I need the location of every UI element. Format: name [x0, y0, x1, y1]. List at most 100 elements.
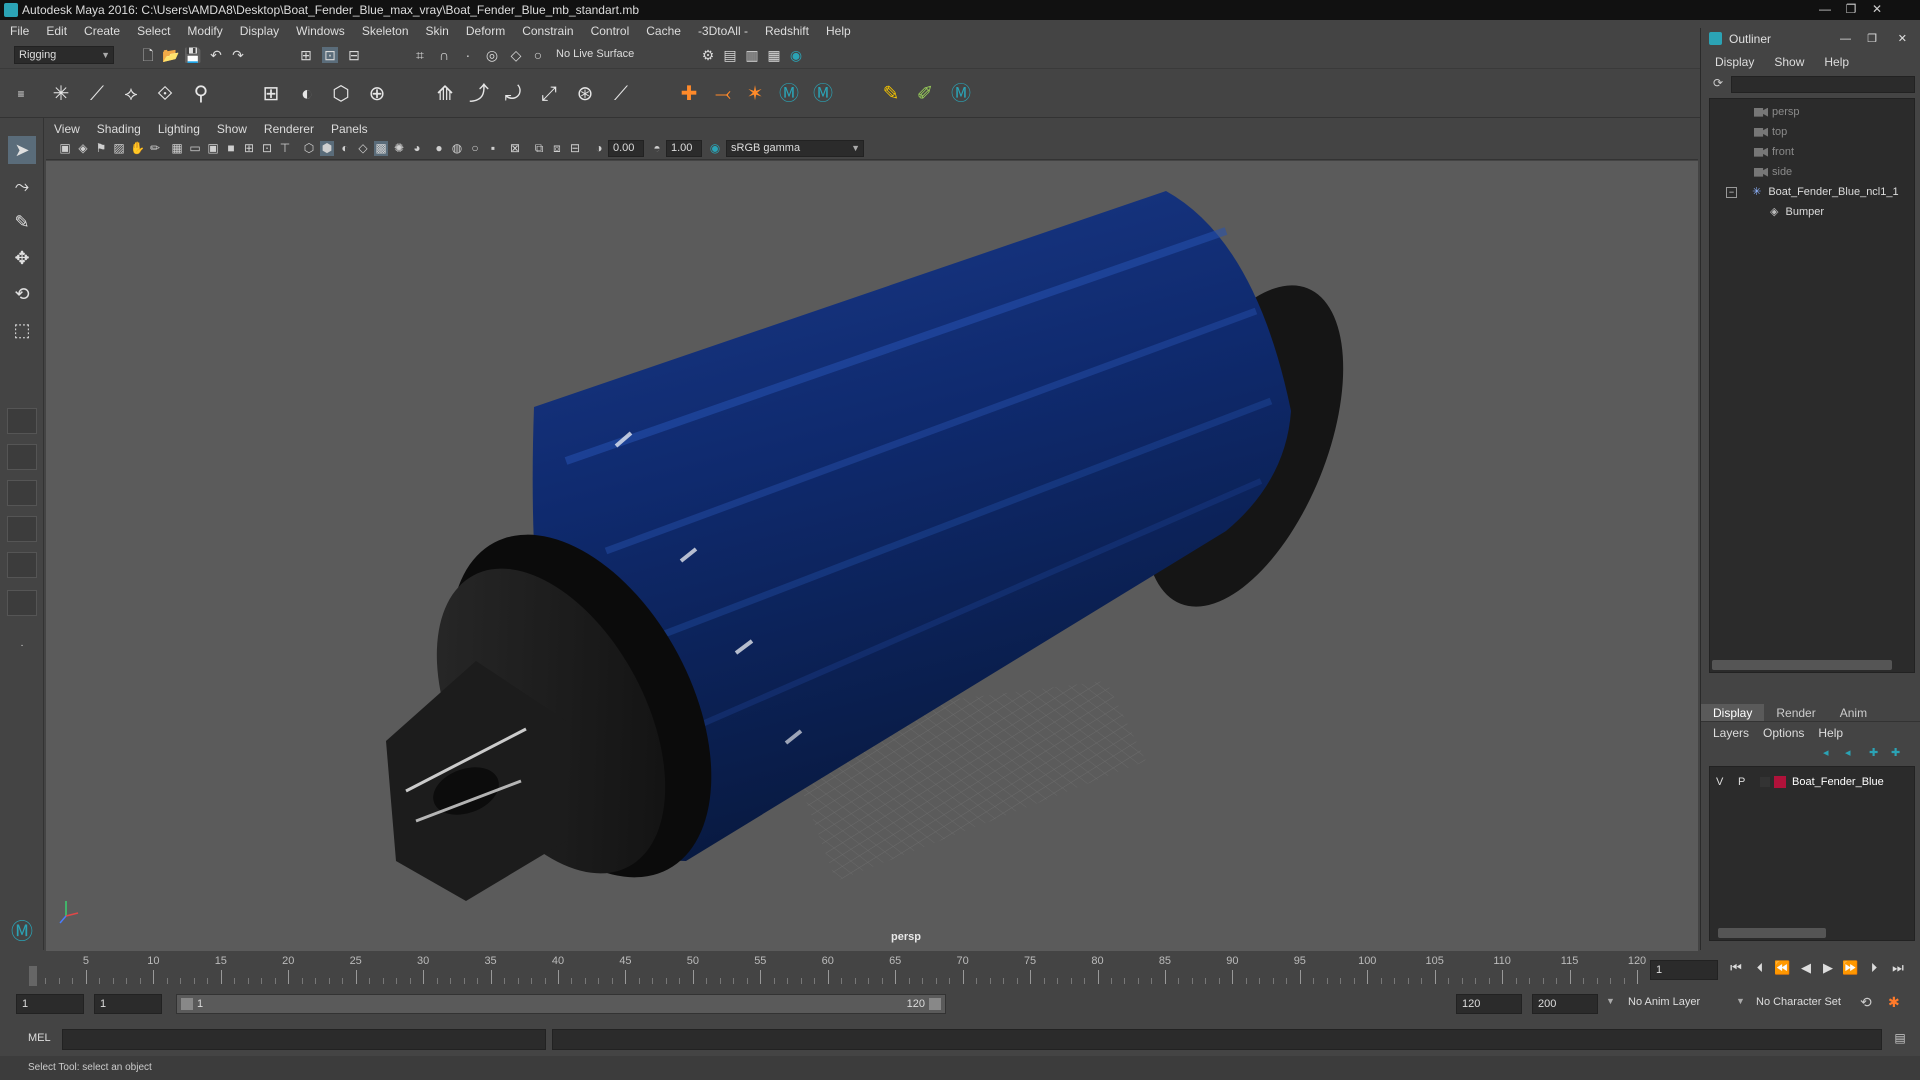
use-lights-icon[interactable]: ✺	[392, 141, 406, 156]
lasso-tool-icon[interactable]: ⤳	[8, 172, 36, 200]
menu-skeleton[interactable]: Skeleton	[362, 24, 409, 38]
insert-joint-icon[interactable]: ⟐	[152, 81, 178, 107]
render-view-icon[interactable]: ▦	[766, 47, 782, 63]
more-layouts-icon[interactable]: ·	[8, 632, 36, 660]
command-input[interactable]	[62, 1029, 546, 1050]
render-settings-icon[interactable]: ⚙	[700, 47, 716, 63]
spline-ik-icon[interactable]: ✶	[742, 81, 768, 107]
new-layer-icon[interactable]: ✚	[1869, 746, 1878, 759]
layer-menu-help[interactable]: Help	[1818, 726, 1843, 740]
layer-menu-options[interactable]: Options	[1763, 726, 1804, 740]
command-language-label[interactable]: MEL	[28, 1032, 51, 1044]
go-to-start-icon[interactable]: ⏮	[1728, 960, 1744, 976]
smooth-shade-icon[interactable]: ⬢	[320, 141, 334, 156]
aim-constraint-icon[interactable]: ⊛	[572, 81, 598, 107]
step-back-icon[interactable]: ⏴	[1752, 960, 1768, 976]
bookmark-icon[interactable]: ⚑	[94, 141, 108, 156]
layer-visibility-toggle[interactable]: V	[1716, 772, 1723, 792]
step-forward-icon[interactable]: ⏵	[1866, 960, 1882, 976]
2d-pan-icon[interactable]: ✋	[130, 141, 145, 156]
tab-render[interactable]: Render	[1764, 704, 1827, 721]
save-scene-icon[interactable]: 💾	[184, 47, 201, 63]
maya-logo-icon-3[interactable]: Ⓜ	[948, 81, 974, 107]
time-ruler[interactable]: 1510152025303540455055606570758085909510…	[29, 952, 1646, 986]
xray-joints-icon[interactable]: ⧈	[550, 141, 564, 156]
anim-layer-label[interactable]: No Anim Layer	[1628, 996, 1700, 1008]
paint-select-icon[interactable]: ✎	[8, 208, 36, 236]
color-management-icon[interactable]: ◉	[708, 141, 722, 156]
gate-mask-icon[interactable]: ■	[224, 141, 238, 156]
range-start-handle[interactable]	[181, 998, 193, 1010]
mirror-joint-icon[interactable]: ⚲	[188, 81, 214, 107]
go-to-end-icon[interactable]: ⏭	[1890, 960, 1906, 976]
render-frame-icon[interactable]: ▤	[722, 47, 738, 63]
chevron-down-icon[interactable]: ▼	[1606, 996, 1615, 1006]
step-back-key-icon[interactable]: ⏪	[1774, 960, 1790, 976]
current-frame-field[interactable]: 1	[1650, 960, 1718, 980]
new-layer-selected-icon[interactable]: ✚	[1891, 746, 1900, 759]
persp-graph-hypergraph-layout-icon[interactable]	[7, 590, 37, 616]
menu-constrain[interactable]: Constrain	[522, 24, 573, 38]
outliner-item-side[interactable]: side	[1754, 163, 1792, 181]
close-icon[interactable]: ✕	[1898, 28, 1907, 50]
playback-end-field[interactable]: 120	[1456, 994, 1522, 1014]
menu-edit[interactable]: Edit	[46, 24, 67, 38]
point-constraint-icon[interactable]: ⤴	[466, 81, 492, 107]
grid-icon[interactable]: ▦	[170, 141, 184, 156]
menu-deform[interactable]: Deform	[466, 24, 505, 38]
animation-preferences-icon[interactable]: ✱	[1888, 994, 1900, 1011]
playback-start-field[interactable]: 1	[94, 994, 162, 1014]
tab-display[interactable]: Display	[1701, 704, 1765, 721]
single-perspective-layout-icon[interactable]	[7, 408, 37, 434]
time-slider[interactable]: 1510152025303540455055606570758085909510…	[0, 952, 1920, 988]
snap-curve-icon[interactable]: ∩	[436, 47, 452, 63]
anti-aliasing-icon[interactable]: ○	[468, 141, 482, 156]
minimize-icon[interactable]: —	[1812, 0, 1838, 18]
undo-icon[interactable]: ↶	[208, 47, 224, 63]
step-forward-key-icon[interactable]: ⏩	[1842, 960, 1858, 976]
outliner-item-front[interactable]: front	[1754, 143, 1794, 161]
menu-3dtoall[interactable]: -3DtoAll -	[698, 24, 748, 38]
image-plane-icon[interactable]: ▨	[112, 141, 126, 156]
chevron-down-icon[interactable]: ▼	[1736, 996, 1745, 1006]
menu-display[interactable]: Display	[240, 24, 279, 38]
restore-icon[interactable]: ❐	[1867, 28, 1877, 50]
grease-pencil-icon[interactable]: ✏	[148, 141, 162, 156]
four-view-layout-icon[interactable]	[7, 444, 37, 470]
menu-modify[interactable]: Modify	[187, 24, 222, 38]
brush-tool-icon[interactable]: ✐	[912, 81, 938, 107]
persp-outliner-layout-icon[interactable]	[7, 480, 37, 506]
snap-grid-icon[interactable]: ⌗	[412, 47, 428, 63]
motion-blur-icon[interactable]: ◍	[450, 141, 464, 156]
minimize-icon[interactable]: —	[1840, 28, 1851, 50]
move-layer-up-icon[interactable]: ◂	[1823, 746, 1829, 759]
select-camera-icon[interactable]: ▣	[58, 141, 72, 156]
viewport-menu-renderer[interactable]: Renderer	[264, 122, 314, 136]
xray-icon[interactable]: ⧉	[532, 141, 546, 156]
character-set-label[interactable]: No Character Set	[1756, 996, 1841, 1008]
persp-graph-layout-icon[interactable]	[7, 516, 37, 542]
gamma-field[interactable]: 1.00	[666, 140, 702, 157]
viewport-menu-view[interactable]: View	[54, 122, 80, 136]
menu-create[interactable]: Create	[84, 24, 120, 38]
current-time-marker[interactable]	[29, 966, 37, 986]
viewport-menu-panels[interactable]: Panels	[331, 122, 368, 136]
outliner-menu-display[interactable]: Display	[1715, 53, 1754, 71]
open-scene-icon[interactable]: 📂	[162, 47, 179, 63]
screen-space-ao-icon[interactable]: ●	[432, 141, 446, 156]
outliner-menu-help[interactable]: Help	[1824, 53, 1849, 71]
ik-handle-icon[interactable]: ⟋	[84, 81, 110, 107]
safe-action-icon[interactable]: ⊡	[260, 141, 274, 156]
select-component-icon[interactable]: ⊟	[346, 47, 362, 63]
layer-display-type[interactable]	[1760, 777, 1770, 787]
horizontal-scrollbar[interactable]	[1718, 928, 1826, 938]
layer-color-swatch[interactable]	[1774, 776, 1786, 788]
scale-constraint-icon[interactable]: ⤢	[536, 81, 562, 107]
layer-playback-toggle[interactable]: P	[1738, 772, 1745, 792]
mode-dropdown[interactable]: Rigging ▼	[14, 46, 114, 64]
snap-view-icon[interactable]: ◎	[484, 47, 500, 63]
default-lighting-icon[interactable]: ◐	[338, 141, 352, 156]
range-slider[interactable]: 1 120	[176, 994, 946, 1014]
paint-tool-icon[interactable]: ✎	[878, 81, 904, 107]
outliner-item-top[interactable]: top	[1754, 123, 1787, 141]
